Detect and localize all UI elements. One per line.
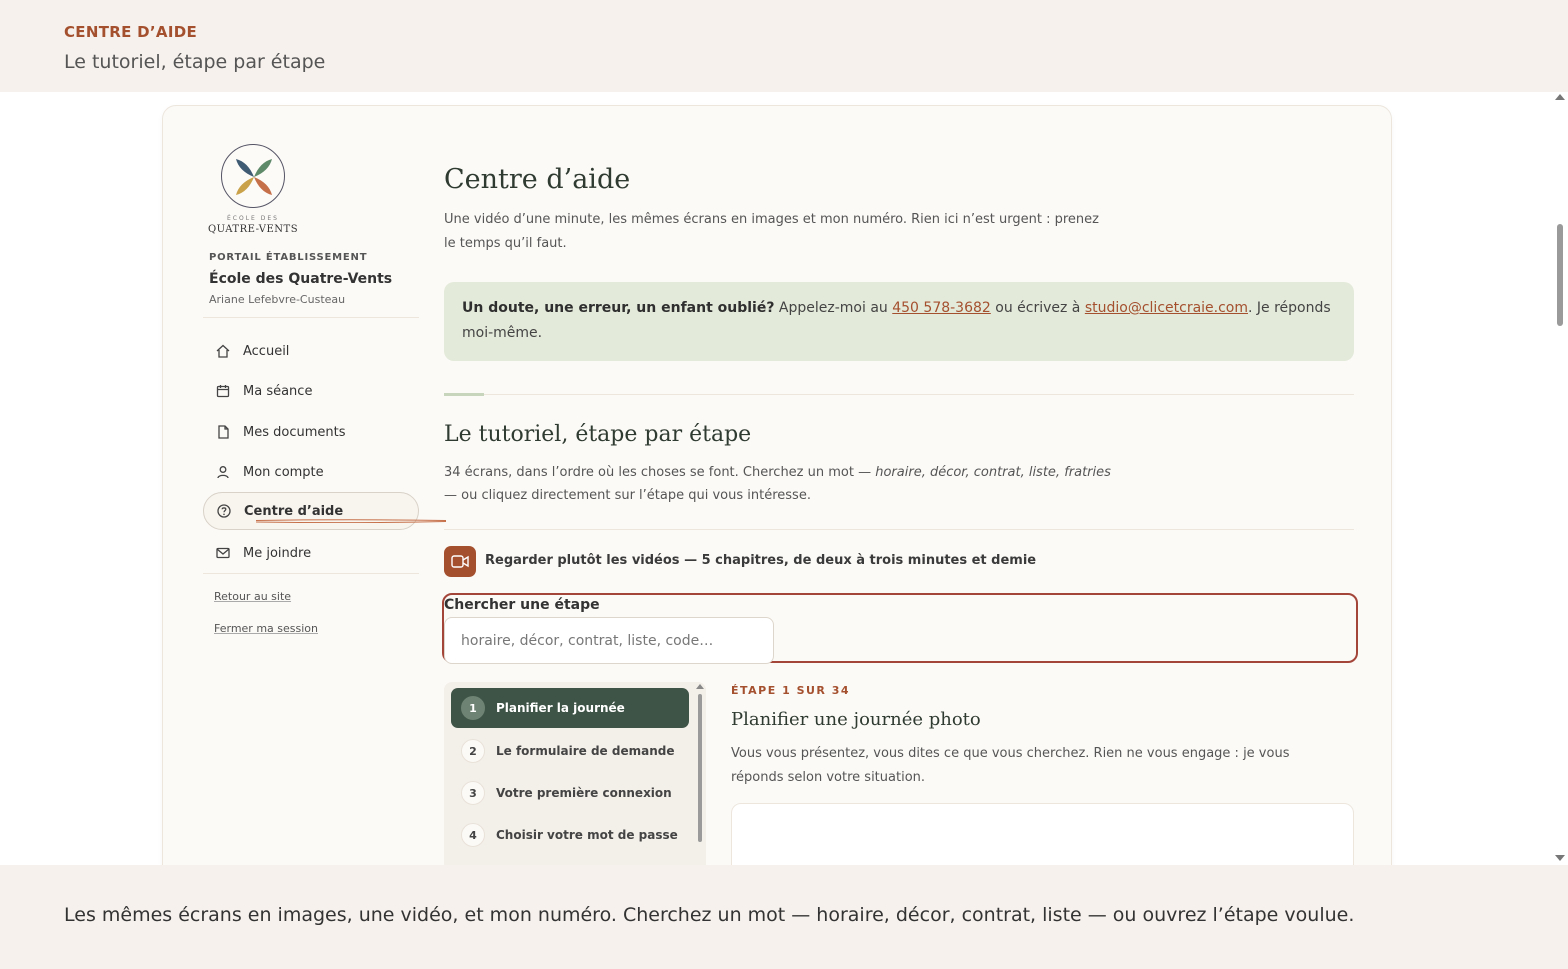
step-label: Choisir votre mot de passe xyxy=(496,828,678,842)
step-label: Votre première connexion xyxy=(496,786,672,800)
page-scrollbar[interactable] xyxy=(1552,92,1568,865)
calendar-icon xyxy=(216,385,230,398)
banner-subtitle: Le tutoriel, étape par étape xyxy=(64,51,326,73)
video-camera-icon xyxy=(451,555,469,568)
step-label: Le formulaire de demande xyxy=(496,744,675,758)
sidebar-item-centre-aide[interactable]: Centre d’aide xyxy=(203,492,446,530)
video-link-label[interactable]: Regarder plutôt les vidéos — 5 chapitres… xyxy=(485,553,1036,568)
logo-wordmark: QUATRE-VENTS xyxy=(207,224,299,235)
page-title: Centre d’aide xyxy=(444,164,631,195)
school-logo[interactable] xyxy=(221,144,285,208)
step-number: 2 xyxy=(461,739,485,763)
document-icon xyxy=(218,425,229,439)
sidebar-divider xyxy=(203,317,419,318)
sidebar-item-label: Ma séance xyxy=(243,383,313,399)
sidebar-item-label: Mon compte xyxy=(243,464,324,480)
email-link[interactable]: studio@clicetcraie.com xyxy=(1085,300,1248,316)
step-number: 1 xyxy=(461,696,485,720)
sidebar-item-label: Me joindre xyxy=(243,545,312,561)
step-label: Planifier la journée xyxy=(496,701,625,715)
video-button[interactable] xyxy=(444,546,476,577)
steps-list: 1 Planifier la journée 2 Le formulaire d… xyxy=(444,682,706,865)
page-viewport: ÉCOLE DES QUATRE-VENTS PORTAIL ÉTABLISSE… xyxy=(0,92,1552,865)
sidebar-item-label: Accueil xyxy=(243,343,290,359)
section-intro: 34 écrans, dans l’ordre où les choses se… xyxy=(444,465,1111,503)
divider-accent xyxy=(444,393,484,396)
step-number: 4 xyxy=(461,823,485,847)
scroll-thumb[interactable] xyxy=(1557,224,1563,326)
scroll-up-arrow[interactable] xyxy=(1555,94,1565,100)
user-name: Ariane Lefebvre-Custeau xyxy=(209,293,346,306)
step-description: Vous vous présentez, vous dites ce que v… xyxy=(731,746,1290,785)
help-callout: Un doute, une erreur, un enfant oublié? … xyxy=(444,282,1354,361)
step-item-1[interactable]: 1 Planifier la journée xyxy=(451,688,689,728)
step-item-2[interactable]: 2 Le formulaire de demande xyxy=(451,731,689,771)
user-icon xyxy=(217,466,229,479)
pinwheel-icon xyxy=(236,159,272,195)
scroll-down-arrow[interactable] xyxy=(1555,855,1565,861)
bottom-banner: Les mêmes écrans en images, une vidéo, e… xyxy=(0,865,1568,969)
top-banner: CENTRE D’AIDE Le tutoriel, étape par éta… xyxy=(0,0,1568,92)
callout-text: Appelez-moi au xyxy=(774,300,893,316)
sidebar-item-mes-documents[interactable]: Mes documents xyxy=(203,413,419,451)
callout-lead: Un doute, une erreur, un enfant oublié? xyxy=(462,300,775,316)
step-screenshot xyxy=(731,803,1354,865)
school-name: École des Quatre-Vents xyxy=(209,271,393,287)
mail-icon xyxy=(216,547,230,559)
search-label: Chercher une étape xyxy=(444,597,600,613)
logo-caption: ÉCOLE DES xyxy=(227,215,279,222)
search-input[interactable] xyxy=(444,617,774,664)
sidebar-item-label: Centre d’aide xyxy=(244,503,344,519)
sidebar-item-me-joindre[interactable]: Me joindre xyxy=(203,534,419,572)
sidebar-item-mon-compte[interactable]: Mon compte xyxy=(203,453,419,491)
sidebar-item-accueil[interactable]: Accueil xyxy=(203,332,419,370)
step-title: Planifier une journée photo xyxy=(731,709,981,730)
section-divider xyxy=(444,394,1354,395)
step-item-3[interactable]: 3 Votre première connexion xyxy=(451,773,689,813)
back-to-site-link[interactable]: Retour au site xyxy=(214,590,291,603)
steps-scrollbar[interactable] xyxy=(698,694,702,842)
step-counter: ÉTAPE 1 SUR 34 xyxy=(731,684,851,697)
section-title: Le tutoriel, étape par étape xyxy=(444,422,752,447)
portal-label: PORTAIL ÉTABLISSEMENT xyxy=(209,252,368,263)
sidebar-item-ma-seance[interactable]: Ma séance xyxy=(203,372,419,410)
home-icon xyxy=(216,344,230,358)
phone-link[interactable]: 450 578-3682 xyxy=(892,300,991,316)
active-underline xyxy=(256,519,446,523)
step-item-4[interactable]: 4 Choisir votre mot de passe xyxy=(451,815,689,855)
banner-kicker: CENTRE D’AIDE xyxy=(64,23,197,41)
logout-link[interactable]: Fermer ma session xyxy=(214,622,318,635)
section-divider xyxy=(444,529,1354,530)
page-intro: Une vidéo d’une minute, les mêmes écrans… xyxy=(444,212,1099,251)
sidebar-item-label: Mes documents xyxy=(243,424,346,440)
steps-scroll-up[interactable] xyxy=(696,684,704,689)
sidebar-divider xyxy=(203,573,419,574)
portal-card: ÉCOLE DES QUATRE-VENTS PORTAIL ÉTABLISSE… xyxy=(162,105,1392,865)
banner-caption: Les mêmes écrans en images, une vidéo, e… xyxy=(64,904,1355,926)
step-number: 3 xyxy=(461,781,485,805)
callout-text: ou écrivez à xyxy=(990,300,1085,316)
help-icon xyxy=(217,504,231,518)
